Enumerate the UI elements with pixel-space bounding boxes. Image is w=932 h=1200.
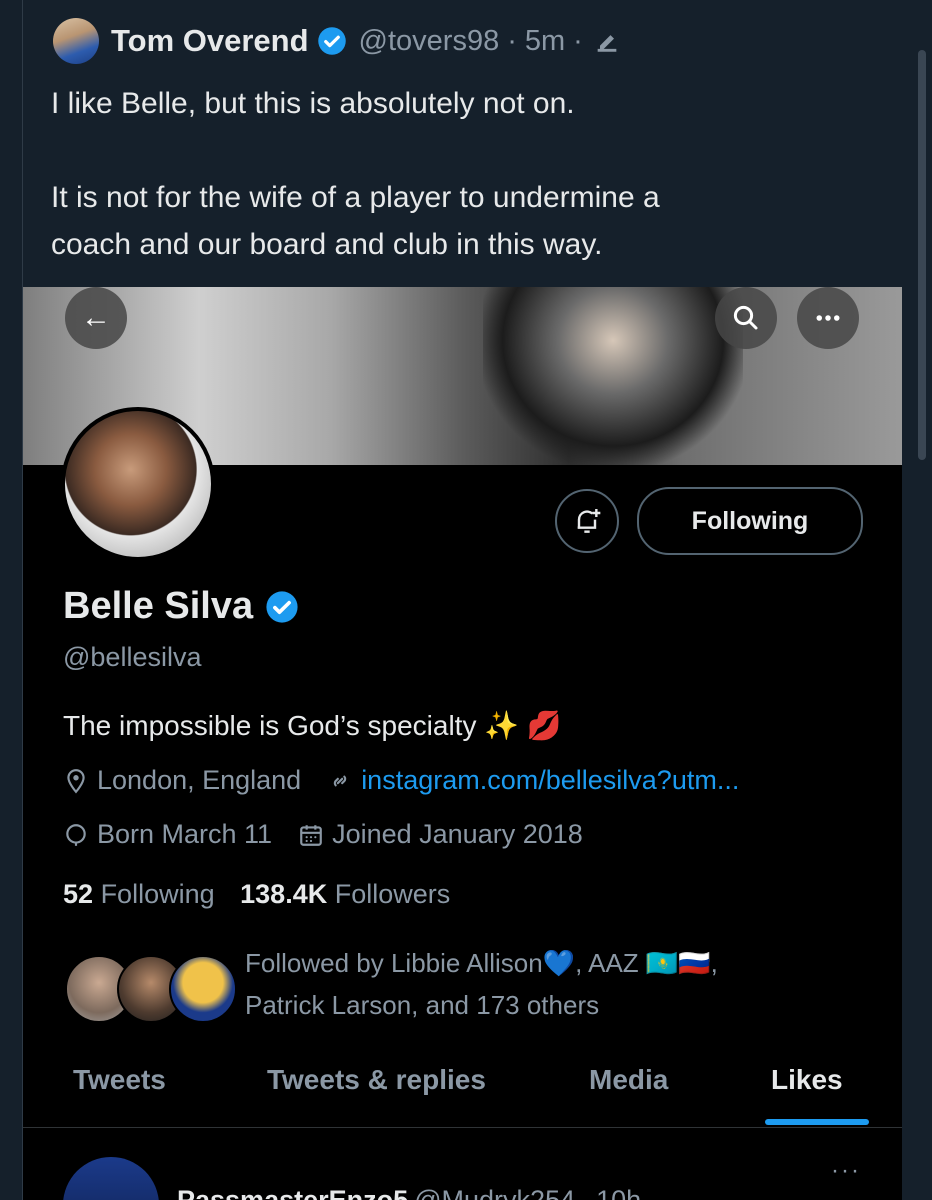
birthday: Born March 11	[63, 819, 272, 850]
tab-tweets-replies[interactable]: Tweets & replies	[267, 1064, 486, 1096]
separator: ·	[507, 24, 517, 57]
followers-label: Followers	[334, 879, 451, 909]
following-button[interactable]: Following	[637, 487, 863, 555]
followers-stat[interactable]: 138.4K Followers	[240, 879, 450, 909]
location-icon	[67, 768, 85, 793]
more-icon	[816, 315, 840, 321]
profile-meta-row-1: London, England instagram.com/bellesilva…	[63, 765, 765, 796]
tweet-text: I like Belle, but this is absolutely not…	[51, 80, 881, 268]
followed-by-text[interactable]: Followed by Libbie Allison💙, AAZ 🇰🇿🇷🇺, P…	[245, 942, 865, 1026]
more-button[interactable]	[797, 287, 859, 349]
scrollbar-thumb[interactable]	[918, 50, 926, 460]
following-count: 52	[63, 879, 94, 909]
joined-text: Joined January 2018	[332, 819, 583, 849]
verified-icon	[317, 27, 346, 55]
tweet-time[interactable]: 5m	[525, 25, 565, 58]
profile-avatar[interactable]	[61, 407, 215, 561]
profile-stats: 52 Following 138.4K Followers	[63, 879, 450, 910]
profile-name-text: Belle Silva	[63, 585, 254, 627]
banner-photo	[483, 287, 743, 465]
following-label: Following	[100, 879, 215, 909]
search-icon	[733, 305, 758, 330]
scrollbar[interactable]	[902, 0, 932, 1200]
separator: ·	[573, 24, 583, 57]
profile-bio: The impossible is God’s specialty ✨ 💋	[63, 710, 562, 741]
followed-by-line: Followed by Libbie Allison💙, AAZ 🇰🇿🇷🇺,	[245, 948, 718, 978]
birthday-icon	[66, 823, 86, 846]
joined: Joined January 2018	[298, 819, 583, 850]
location: London, England	[63, 765, 301, 796]
tab-tweets[interactable]: Tweets	[73, 1064, 166, 1096]
profile-screenshot[interactable]: ← Following Belle Silva @bellesilva The …	[23, 287, 903, 1200]
next-tweet-name[interactable]: PassmasterEnzo5	[177, 1185, 408, 1200]
tweet-header: Tom Overend @tovers98 · 5m ·	[53, 18, 621, 64]
back-button[interactable]: ←	[65, 287, 127, 349]
profile-name: Belle Silva	[63, 585, 299, 628]
author-avatar[interactable]	[53, 18, 99, 64]
notification-button[interactable]	[555, 489, 619, 553]
tab-likes[interactable]: Likes	[771, 1064, 843, 1096]
profile-handle: @bellesilva	[63, 642, 202, 672]
profile-tabs: Tweets Tweets & replies Media Likes	[23, 1052, 903, 1125]
followed-by-line: Patrick Larson, and 173 others	[245, 990, 600, 1020]
tweet-line: It is not for the wife of a player to un…	[51, 181, 660, 214]
search-button[interactable]	[715, 287, 777, 349]
notification-bell-icon	[577, 509, 601, 533]
tab-media[interactable]: Media	[589, 1064, 668, 1096]
location-text: London, England	[97, 765, 302, 795]
list-item[interactable]: PassmasterEnzo5 @Mudryk254 · 10h	[63, 1147, 641, 1200]
next-tweet-handle[interactable]: @Mudryk254	[414, 1185, 575, 1200]
more-icon[interactable]: ···	[831, 1157, 861, 1185]
profile-meta-row-2: Born March 11 Joined January 2018	[63, 819, 609, 850]
birthday-text: Born March 11	[97, 819, 273, 849]
link-icon	[333, 775, 347, 786]
edit-icon[interactable]	[593, 27, 621, 55]
tweet-line: I like Belle, but this is absolutely not…	[51, 87, 575, 120]
tweet-line: coach and our board and club in this way…	[51, 228, 603, 261]
back-arrow-icon: ←	[81, 301, 111, 334]
following-stat[interactable]: 52 Following	[63, 879, 215, 909]
avatar[interactable]	[63, 1157, 159, 1200]
avatar	[169, 955, 237, 1023]
tweet-card: Tom Overend @tovers98 · 5m · I like Bell…	[22, 0, 904, 1200]
active-tab-indicator	[765, 1119, 869, 1125]
author-handle[interactable]: @tovers98	[359, 25, 500, 58]
website[interactable]: instagram.com/bellesilva?utm...	[327, 765, 739, 796]
verified-icon	[266, 590, 298, 623]
calendar-icon	[300, 824, 322, 846]
next-tweet-time[interactable]: 10h	[596, 1185, 641, 1200]
divider	[23, 1127, 903, 1128]
separator: ·	[581, 1184, 591, 1200]
followers-count: 138.4K	[240, 879, 328, 909]
author-name[interactable]: Tom Overend	[111, 23, 309, 59]
followed-by-avatars[interactable]	[65, 955, 237, 1023]
website-link[interactable]: instagram.com/bellesilva?utm...	[361, 765, 739, 796]
